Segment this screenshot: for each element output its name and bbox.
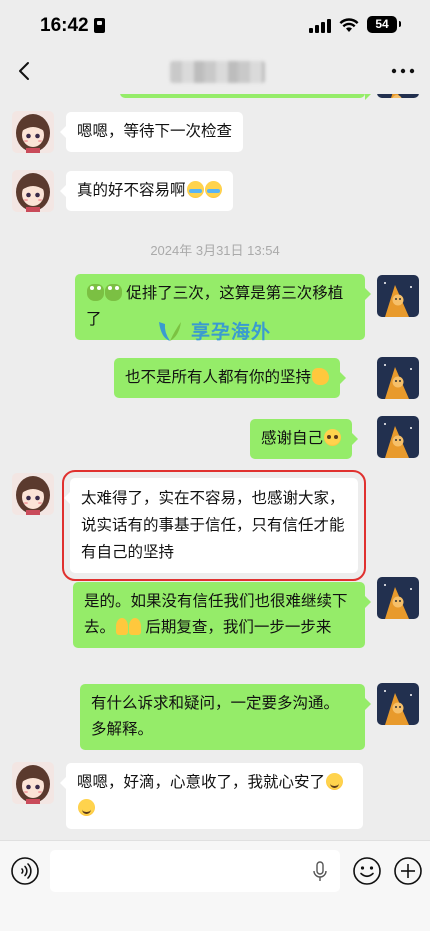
message-bubble-received-highlighted[interactable]: 太难得了，实在不容易，也感谢大家，说实话有的事基于信任，只有信任才能有自己的坚持 (62, 470, 366, 581)
voice-icon[interactable] (10, 856, 40, 886)
message-input[interactable] (50, 850, 340, 892)
smiley-icon[interactable] (352, 856, 382, 886)
message-bubble-sent-partial (120, 94, 371, 100)
pleading-face-icon (324, 429, 342, 446)
message-text: 嗯嗯，好滴，心意收了，我就心安了 (77, 774, 326, 791)
message-bubble-received[interactable]: 嗯嗯，等待下一次检查 (59, 112, 244, 152)
message-text: 促排了三次，这算是第三次移植了 (86, 285, 344, 328)
message-text: 太难得了，实在不容易，也感谢大家，说实话有的事基于信任，只有信任才能有自己的坚持 (81, 490, 345, 561)
status-bar: 16:42 54 (0, 0, 430, 50)
message-bubble-sent[interactable]: 也不是所有人都有你的坚持 (114, 358, 347, 398)
message-text: 感谢自己 (261, 430, 324, 447)
contact-avatar[interactable] (12, 111, 54, 153)
frog-icon (87, 284, 104, 301)
chevron-left-icon[interactable] (10, 56, 40, 86)
folded-hands-icon (116, 618, 129, 635)
my-avatar[interactable] (377, 357, 419, 399)
message-text: 真的好不容易啊 (77, 182, 186, 199)
wifi-icon (339, 18, 359, 32)
chat-input-bar (0, 840, 430, 931)
my-avatar[interactable] (377, 416, 419, 458)
sim-card-icon (94, 18, 105, 33)
message-bubble-received[interactable]: 真的好不容易啊 (60, 171, 233, 211)
ellipsis-icon[interactable] (390, 66, 416, 76)
cellular-signal-icon (309, 19, 331, 33)
message-bubble-received[interactable]: 嗯嗯，好滴，心意收了，我就心安了 (60, 763, 363, 829)
message-bubble-sent[interactable]: 有什么诉求和疑问，一定要多沟通。多解释。 (80, 684, 371, 750)
folded-hands-icon (129, 618, 142, 635)
message-timestamp: 2024年 3月31日 13:54 (150, 243, 280, 258)
contact-avatar[interactable] (12, 170, 54, 212)
flexed-biceps-icon (312, 368, 330, 385)
message-text: 嗯嗯，等待下一次检查 (77, 123, 233, 140)
loudly-crying-face-icon (186, 181, 204, 198)
battery-icon: 54 (367, 16, 401, 33)
smiling-face-icon (326, 773, 344, 790)
contact-avatar[interactable] (12, 762, 54, 804)
message-bubble-sent[interactable]: 感谢自己 (250, 419, 359, 459)
message-text: 后期复查，我们一步一步来 (141, 619, 332, 636)
my-avatar[interactable] (377, 683, 419, 725)
microphone-icon[interactable] (312, 861, 328, 883)
plus-icon[interactable] (393, 856, 423, 886)
message-text: 也不是所有人都有你的坚持 (125, 369, 312, 386)
chat-title (170, 61, 265, 83)
my-avatar[interactable] (377, 275, 419, 317)
status-time: 16:42 (40, 15, 89, 36)
contact-avatar[interactable] (12, 473, 54, 515)
frog-icon (105, 284, 122, 301)
my-avatar[interactable] (377, 577, 419, 619)
my-avatar[interactable] (377, 94, 419, 98)
message-bubble-sent[interactable]: 是的。如果没有信任我们也很难继续下去。 后期复查，我们一步一步来 (73, 582, 371, 648)
message-list[interactable]: 嗯嗯，等待下一次检查 真的好不容易啊 2024年 3月31日 13:54 促排了… (0, 94, 430, 840)
loudly-crying-face-icon (204, 181, 222, 198)
message-bubble-sent[interactable]: 促排了三次，这算是第三次移植了 (75, 274, 371, 340)
chat-header (0, 50, 430, 94)
message-text: 有什么诉求和疑问，一定要多沟通。多解释。 (91, 695, 340, 738)
smiling-face-icon (78, 799, 95, 816)
